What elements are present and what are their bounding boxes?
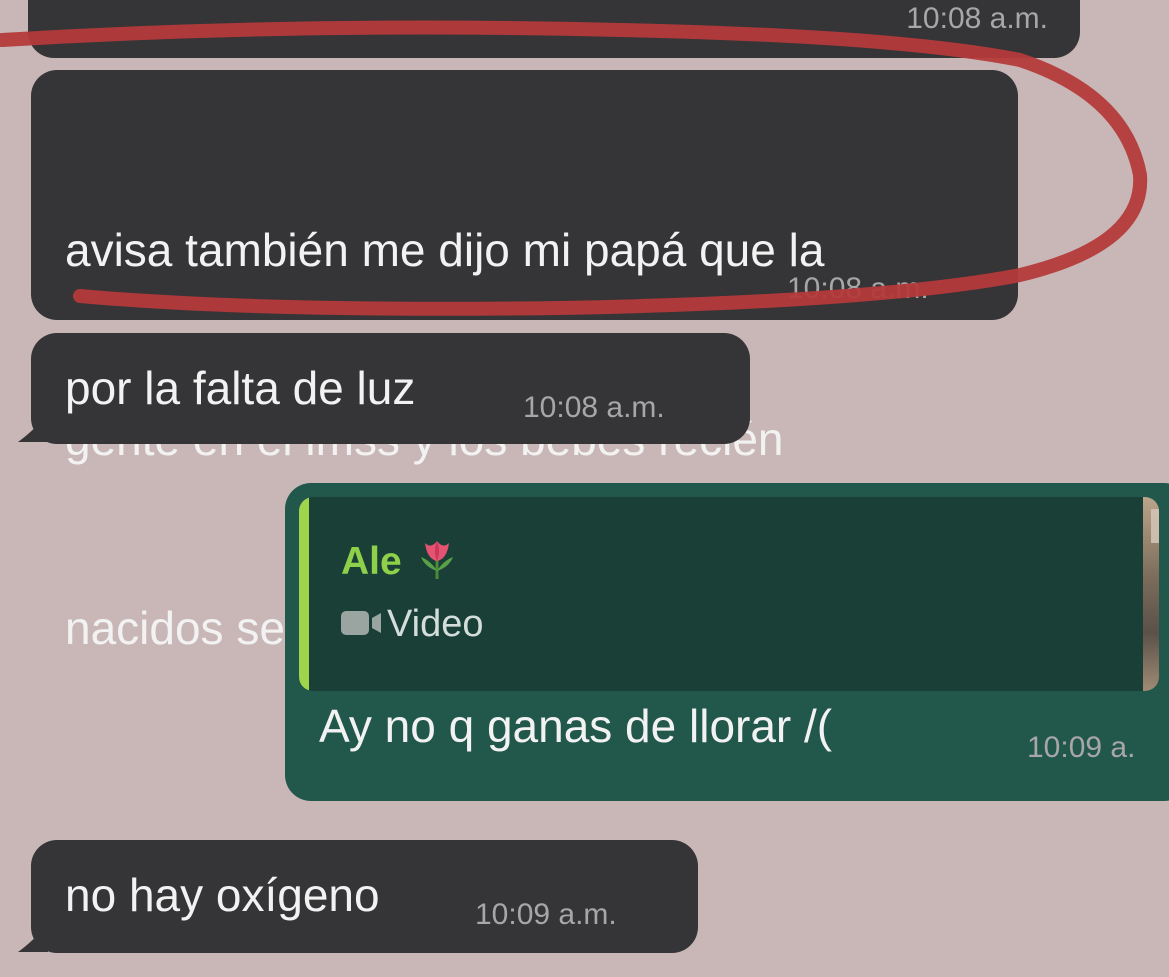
outgoing-message-bubble[interactable]: Ale Video Ay no q ganas de llorar /( 10:… <box>285 483 1169 801</box>
message-time: 10:08 a.m. <box>523 391 665 424</box>
message-bubble[interactable]: 10:08 a.m. <box>28 0 1080 58</box>
video-thumbnail[interactable] <box>1143 497 1159 691</box>
message-time: 10:08 a.m. <box>906 2 1048 35</box>
quote-type-label: Video <box>387 603 484 645</box>
quote-author: Ale <box>341 537 459 584</box>
video-icon <box>341 611 381 635</box>
message-text: no hay oxígeno <box>65 869 380 921</box>
message-text: por la falta de luz <box>65 362 416 414</box>
message-bubble[interactable]: no hay oxígeno 10:09 a.m. <box>31 840 698 953</box>
message-text: Ay no q ganas de llorar /( <box>319 700 833 752</box>
message-time: 10:08 a.m. <box>787 272 929 305</box>
chat-view: 10:08 a.m. avisa también me dijo mi papá… <box>0 0 1169 977</box>
bubble-tail <box>18 414 48 442</box>
message-bubble[interactable]: avisa también me dijo mi papá que la gen… <box>31 70 1018 654</box>
quoted-message[interactable]: Ale Video <box>299 497 1159 691</box>
message-line: avisa también me dijo mi papá que la <box>65 224 825 276</box>
tulip-icon <box>420 541 453 579</box>
message-bubble[interactable]: por la falta de luz 10:08 a.m. <box>31 333 750 444</box>
message-time: 10:09 a. <box>1027 731 1136 764</box>
bubble-tail <box>18 924 48 952</box>
message-time: 10:09 a.m. <box>475 898 617 931</box>
reply-bar <box>299 497 309 691</box>
